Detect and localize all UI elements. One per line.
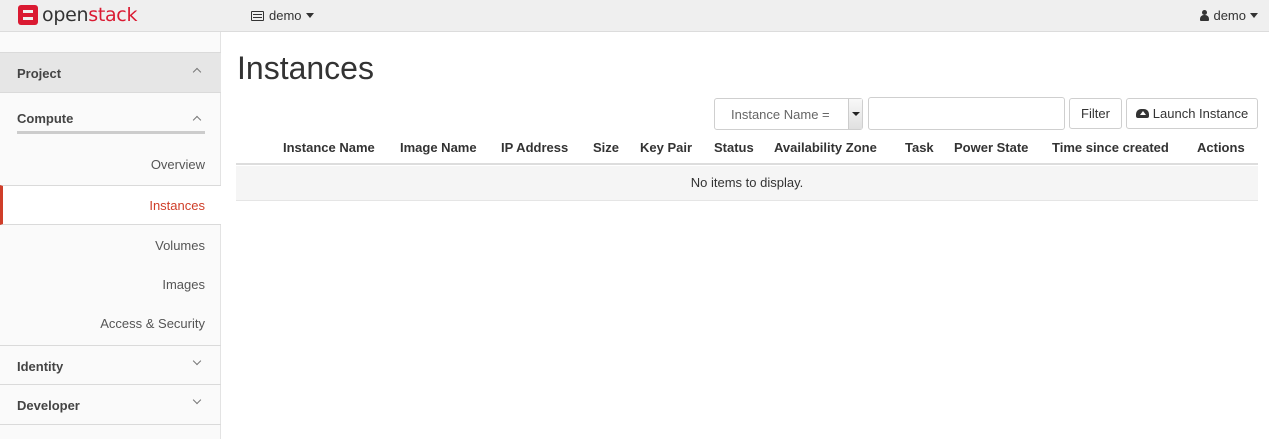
sidebar-section-label: Developer: [17, 398, 80, 413]
sidebar-item-volumes[interactable]: Volumes: [0, 226, 221, 266]
dropdown-arrow-icon[interactable]: [848, 99, 862, 129]
filter-button[interactable]: Filter: [1069, 98, 1122, 129]
top-navbar: openstack demo demo: [0, 0, 1269, 32]
column-header[interactable]: IP Address: [501, 140, 568, 155]
instances-table-header: Instance Name Image Name IP Address Size…: [236, 131, 1258, 165]
sidebar-item-images[interactable]: Images: [0, 265, 221, 305]
launch-instance-button[interactable]: Launch Instance: [1126, 98, 1258, 129]
user-icon: [1200, 10, 1210, 21]
filter-field-value: Instance Name =: [731, 107, 830, 122]
column-header[interactable]: Power State: [954, 140, 1028, 155]
column-header[interactable]: Availability Zone: [774, 140, 877, 155]
sidebar-section-identity[interactable]: Identity: [0, 345, 221, 385]
brand-logo-link[interactable]: openstack: [17, 3, 137, 27]
list-icon: [251, 10, 264, 21]
page-title: Instances: [237, 50, 374, 86]
sidebar-group-label: Compute: [17, 111, 74, 126]
launch-instance-label: Launch Instance: [1152, 106, 1249, 121]
caret-down-icon: [305, 13, 314, 18]
column-header[interactable]: Key Pair: [640, 140, 692, 155]
column-header[interactable]: Time since created: [1052, 140, 1169, 155]
filter-input[interactable]: [868, 97, 1065, 130]
caret-down-icon: [1250, 13, 1258, 18]
sidebar-section-label: Identity: [17, 359, 64, 374]
column-header[interactable]: Instance Name: [283, 140, 375, 155]
filter-field-select[interactable]: Instance Name =: [714, 98, 863, 130]
project-switcher[interactable]: demo: [251, 8, 314, 23]
column-header[interactable]: Status: [714, 140, 754, 155]
chevron-down-icon: [192, 395, 202, 405]
column-header[interactable]: Image Name: [400, 140, 477, 155]
brand-text: openstack: [42, 4, 138, 26]
sidebar-section-label: Project: [17, 66, 62, 81]
column-header: Actions: [1197, 140, 1245, 155]
user-name: demo: [1213, 8, 1246, 23]
chevron-up-icon: [192, 115, 202, 125]
user-menu[interactable]: demo: [1200, 8, 1258, 23]
sidebar-section-developer[interactable]: Developer: [0, 385, 221, 425]
column-header[interactable]: Task: [905, 140, 934, 155]
sidebar-section-project[interactable]: Project: [0, 53, 221, 93]
sidebar-item-instances[interactable]: Instances: [0, 185, 221, 225]
openstack-logo-icon: [17, 4, 39, 26]
sidebar: Project Compute Overview Instances Volum…: [0, 32, 221, 439]
chevron-down-icon: [192, 356, 202, 366]
table-empty-message: No items to display.: [236, 166, 1258, 201]
sidebar-item-overview[interactable]: Overview: [0, 145, 221, 185]
sidebar-item-access-security[interactable]: Access & Security: [0, 304, 221, 344]
sidebar-group-compute[interactable]: Compute: [17, 106, 205, 134]
cloud-upload-icon: [1135, 109, 1149, 118]
column-header[interactable]: Size: [593, 140, 619, 155]
chevron-up-icon: [192, 67, 202, 77]
project-name: demo: [269, 8, 302, 23]
